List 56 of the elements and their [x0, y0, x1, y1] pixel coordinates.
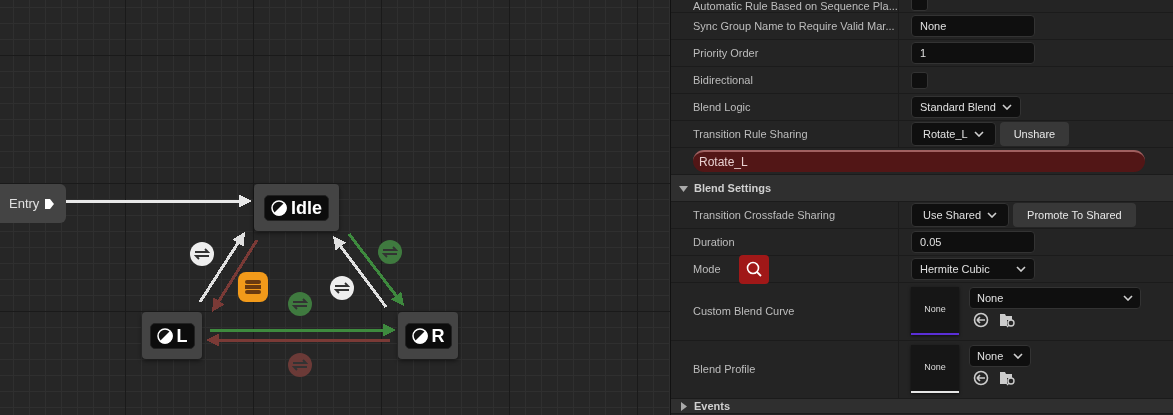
chevron-down-icon [1001, 104, 1012, 110]
section-title: Events [694, 398, 731, 414]
checkbox[interactable] [911, 71, 928, 89]
property-label: Mode [693, 261, 721, 277]
section-title: Blend Settings [694, 180, 771, 196]
section-header[interactable]: Blend Settings [671, 175, 1173, 202]
rule-name-bar[interactable]: Rotate_L [693, 150, 1145, 172]
section-header[interactable]: Events [671, 399, 1173, 414]
state-label: Idle [291, 198, 322, 217]
chevron-down-icon [987, 212, 998, 218]
property-label: Automatic Rule Based on Sequence Pla... [693, 1, 898, 12]
asset-dropdown[interactable]: None [969, 345, 1032, 367]
property-label: Custom Blend Curve [693, 304, 795, 320]
entry-pin-icon [44, 197, 56, 210]
asset-dropdown[interactable]: None [969, 287, 1141, 309]
state-icon [411, 327, 428, 344]
dropdown[interactable]: Use Shared [911, 203, 1010, 227]
dropdown[interactable]: Standard Blend [911, 96, 1021, 118]
dropdown[interactable]: Rotate_L [911, 122, 996, 146]
asset-thumbnail[interactable]: None [911, 287, 959, 335]
property-label: Transition Rule Sharing [693, 126, 808, 142]
state-icon [156, 327, 173, 344]
chevron-down-icon [1016, 266, 1026, 272]
state-node[interactable]: R [398, 312, 458, 359]
use-selected-icon[interactable] [973, 312, 989, 328]
transition-icon[interactable] [330, 276, 354, 300]
search-icon[interactable] [738, 254, 769, 284]
property-label: Priority Order [693, 45, 759, 61]
state-node[interactable]: Idle [254, 184, 339, 231]
rule-icon[interactable] [238, 272, 268, 302]
chevron-down-icon [1013, 353, 1024, 359]
state-node[interactable]: L [142, 312, 202, 359]
transition-icon[interactable] [190, 242, 214, 266]
text-field[interactable]: 1 [911, 42, 1035, 64]
property-label: Sync Group Name to Require Valid Mar... [693, 18, 895, 34]
entry-label: Entry [9, 194, 40, 213]
property-label: Blend Logic [693, 99, 751, 115]
chevron-down-icon [1123, 295, 1133, 301]
entry-node[interactable]: Entry [0, 184, 66, 223]
action-button[interactable]: Unshare [999, 122, 1070, 146]
dropdown[interactable]: Hermite Cubic [911, 258, 1035, 280]
state-label: L [176, 326, 188, 345]
text-field[interactable]: 0.05 [911, 231, 1035, 253]
property-label: Bidirectional [693, 72, 753, 88]
use-selected-icon[interactable] [973, 370, 989, 386]
browse-folder-icon[interactable] [999, 312, 1016, 328]
property-label: Blend Profile [693, 362, 756, 378]
action-button[interactable]: Promote To Shared [1013, 203, 1136, 227]
property-label: Transition Crossfade Sharing [693, 207, 836, 223]
property-label: Duration [693, 234, 735, 250]
browse-folder-icon[interactable] [999, 370, 1016, 386]
text-field[interactable]: None [911, 15, 1035, 37]
asset-thumbnail[interactable]: None [911, 345, 959, 393]
chevron-down-icon [973, 131, 984, 137]
state-icon [271, 199, 287, 216]
state-label: R [431, 326, 445, 345]
